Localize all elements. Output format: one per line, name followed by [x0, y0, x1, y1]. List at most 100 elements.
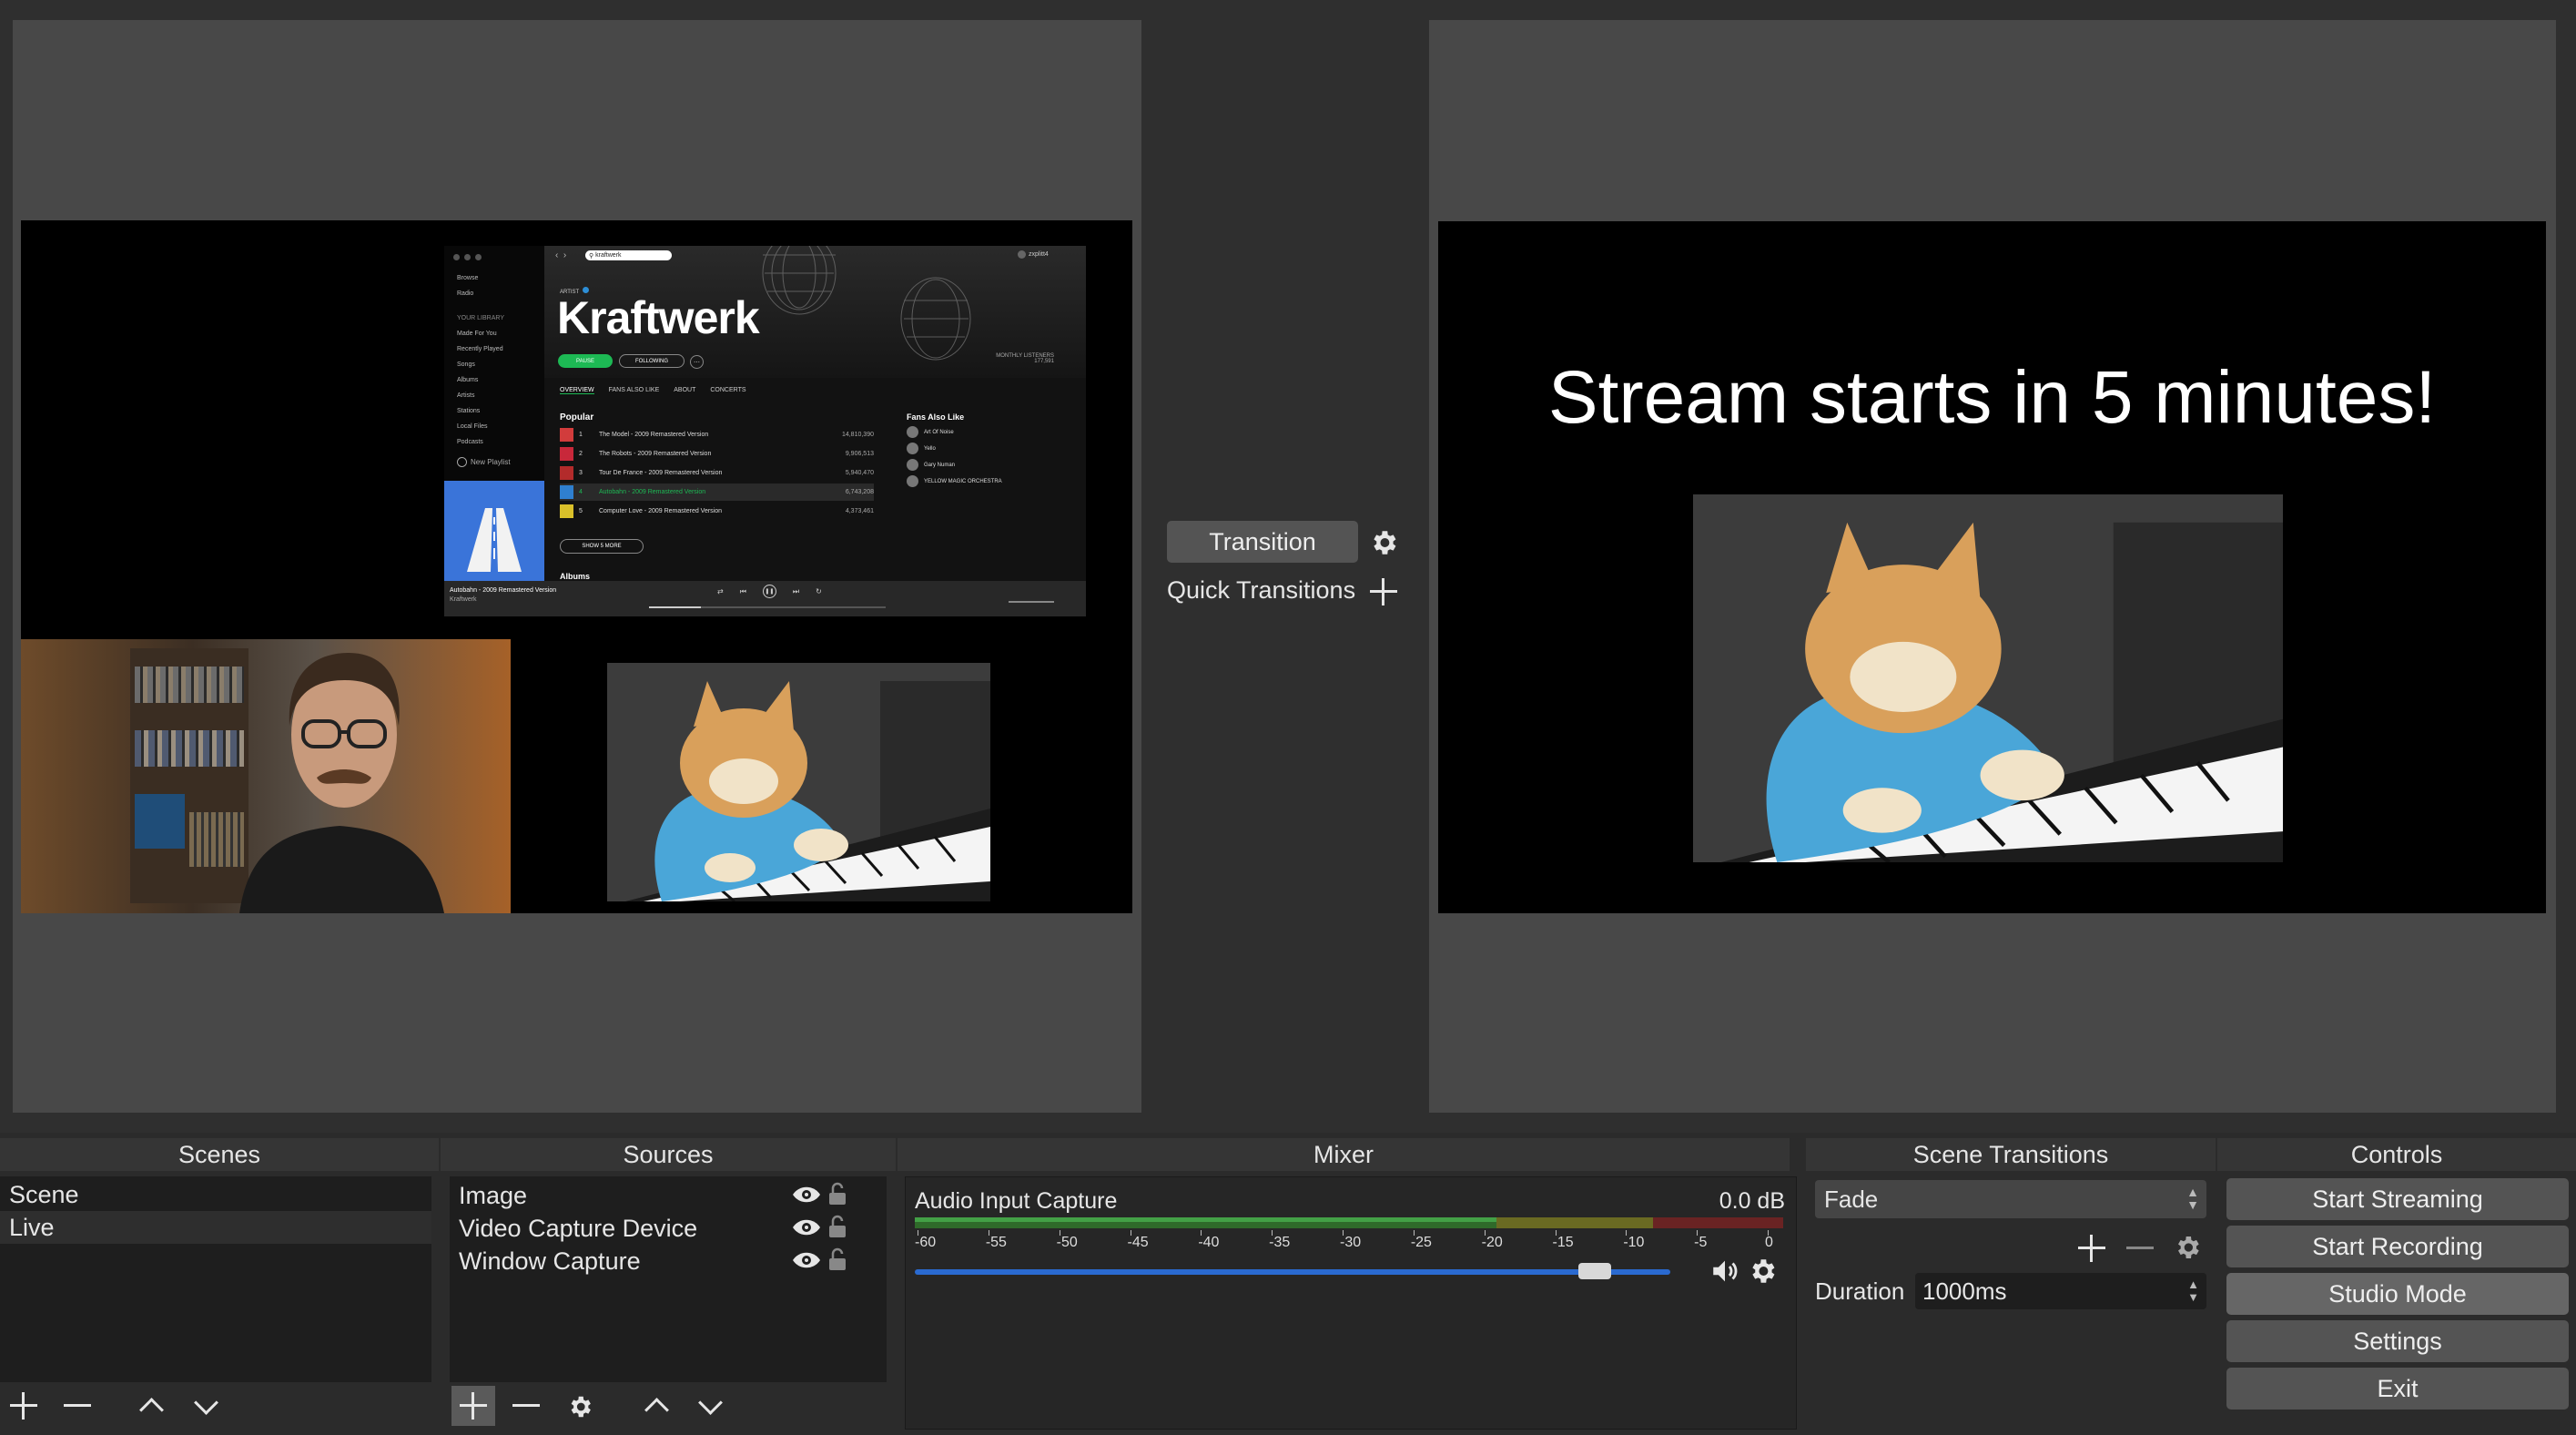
following-button[interactable]: FOLLOWING: [619, 354, 685, 368]
related-artist[interactable]: Gary Numan: [907, 459, 955, 471]
hero-heads-image: [762, 246, 971, 361]
chevron-down-icon[interactable]: [184, 1386, 228, 1426]
spotify-sidebar-item[interactable]: Podcasts: [457, 439, 483, 445]
speaker-icon[interactable]: [1709, 1256, 1741, 1287]
source-properties-gear-icon[interactable]: [566, 1393, 593, 1420]
studio-mode-button[interactable]: Studio Mode: [2226, 1273, 2569, 1315]
previous-icon[interactable]: ⏮: [740, 587, 746, 596]
duration-input[interactable]: 1000ms ▲ ▼: [1915, 1273, 2206, 1309]
volume-bar[interactable]: [1009, 601, 1054, 603]
start-streaming-button[interactable]: Start Streaming: [2226, 1178, 2569, 1220]
artist-tab[interactable]: CONCERTS: [710, 387, 745, 394]
track-number: 1: [579, 432, 583, 438]
back-forward-buttons[interactable]: ‹ ›: [555, 250, 566, 260]
related-artist[interactable]: YELLOW MAGIC ORCHESTRA: [907, 475, 1002, 487]
related-artist[interactable]: Yello: [907, 443, 936, 454]
audio-settings-gear-icon[interactable]: [1747, 1256, 1778, 1287]
playback-controls[interactable]: ⇄ ⏮ ❚❚ ⏭ ↻: [717, 585, 822, 598]
unlock-icon[interactable]: [827, 1247, 847, 1271]
remove-source-icon[interactable]: [504, 1386, 548, 1426]
meter-tick-label: -25: [1410, 1235, 1432, 1250]
volume-slider-track[interactable]: [915, 1269, 1670, 1275]
track-row[interactable]: 4 Autobahn - 2009 Remastered Version 6,743…: [560, 483, 874, 501]
remove-transition-icon[interactable]: [2118, 1228, 2162, 1268]
image-source[interactable]: [607, 663, 990, 901]
meter-tick-label: -50: [1056, 1235, 1078, 1250]
video-capture-source[interactable]: [21, 639, 511, 913]
chevron-up-icon[interactable]: [129, 1386, 173, 1426]
spotify-sidebar-item[interactable]: Albums: [457, 377, 478, 383]
shuffle-icon[interactable]: ⇄: [717, 587, 724, 595]
more-options-button[interactable]: ⋯: [690, 355, 704, 369]
chevron-down-icon[interactable]: [688, 1386, 732, 1426]
track-cover: [560, 504, 573, 518]
meter-tick-label: -35: [1269, 1235, 1291, 1250]
start-recording-button[interactable]: Start Recording: [2226, 1226, 2569, 1267]
spotify-sidebar-item[interactable]: Made For You: [457, 331, 497, 337]
spotify-sidebar-item[interactable]: Stations: [457, 408, 480, 414]
exit-button[interactable]: Exit: [2226, 1368, 2569, 1410]
source-item[interactable]: Image: [450, 1178, 887, 1211]
track-row[interactable]: 2 The Robots - 2009 Remastered Version 9,9…: [560, 445, 874, 463]
next-icon[interactable]: ⏭: [793, 587, 799, 596]
track-plays: 5,940,470: [845, 470, 874, 476]
mixer-dock-title: Mixer: [898, 1138, 1790, 1171]
spotify-sidebar-item[interactable]: Songs: [457, 361, 475, 368]
artist-tab[interactable]: FANS ALSO LIKE: [609, 387, 660, 394]
add-scene-icon[interactable]: [2, 1386, 46, 1426]
spotify-sidebar-item[interactable]: Artists: [457, 392, 474, 399]
avatar: [1018, 250, 1026, 259]
scene-item-live[interactable]: Live: [0, 1211, 431, 1244]
user-menu[interactable]: zxplitt4: [1018, 250, 1049, 259]
new-playlist[interactable]: New Playlist: [457, 457, 511, 467]
add-quick-transition-icon[interactable]: [1362, 572, 1405, 612]
volume-slider-handle[interactable]: [1578, 1263, 1611, 1279]
album-art: [444, 481, 544, 581]
show-more-button[interactable]: SHOW 5 MORE: [560, 539, 644, 554]
add-source-icon[interactable]: [451, 1386, 495, 1426]
gear-icon[interactable]: [1368, 527, 1399, 558]
spotify-sidebar-item[interactable]: Browse: [457, 275, 478, 281]
track-row[interactable]: 1 The Model - 2009 Remastered Version 14,8…: [560, 426, 874, 443]
transition-button[interactable]: Transition: [1167, 521, 1358, 563]
transition-select[interactable]: Fade ▲ ▼: [1815, 1180, 2206, 1218]
pause-icon[interactable]: ❚❚: [762, 585, 776, 598]
add-transition-icon[interactable]: [2070, 1228, 2114, 1268]
artist-tab[interactable]: ABOUT: [674, 387, 695, 394]
spotify-sidebar-item[interactable]: YOUR LIBRARY: [457, 315, 504, 321]
source-item[interactable]: Video Capture Device: [450, 1211, 887, 1244]
quick-transitions-label: Quick Transitions: [1167, 576, 1356, 604]
unlock-icon[interactable]: [827, 1215, 847, 1238]
unlock-icon[interactable]: [827, 1182, 847, 1206]
transition-properties-gear-icon[interactable]: [2173, 1233, 2202, 1262]
scene-item-scene[interactable]: Scene: [0, 1178, 431, 1211]
spotify-search-input[interactable]: ⚲ kraftwerk: [585, 250, 672, 260]
eye-icon[interactable]: [792, 1185, 821, 1205]
remove-scene-icon[interactable]: [56, 1386, 99, 1426]
fans-heading: Fans Also Like: [907, 412, 965, 422]
artist-tab[interactable]: OVERVIEW: [560, 387, 594, 394]
spotify-sidebar-item[interactable]: Local Files: [457, 423, 487, 430]
repeat-icon[interactable]: ↻: [816, 587, 822, 595]
source-item[interactable]: Window Capture: [450, 1244, 887, 1277]
sources-list[interactable]: Image Video Capture Device Window Capture: [450, 1176, 887, 1382]
spotify-sidebar-item[interactable]: Radio: [457, 290, 473, 297]
track-row[interactable]: 3 Tour De France - 2009 Remastered Versio…: [560, 464, 874, 482]
spotify-sidebar-item[interactable]: Recently Played: [457, 346, 503, 352]
track-row[interactable]: 5 Computer Love - 2009 Remastered Version…: [560, 503, 874, 520]
chevron-up-icon[interactable]: [634, 1386, 678, 1426]
scenes-list[interactable]: Scene Live: [0, 1176, 431, 1382]
meter-tick-label: -15: [1552, 1235, 1574, 1250]
eye-icon[interactable]: [792, 1217, 821, 1237]
related-artist[interactable]: Art Of Noise: [907, 426, 954, 438]
progress-bar[interactable]: [649, 606, 886, 608]
window-capture-source[interactable]: Browse Radio YOUR LIBRARY Made For You Recen…: [444, 246, 1086, 616]
window-controls: [453, 254, 490, 261]
settings-button[interactable]: Settings: [2226, 1320, 2569, 1362]
pause-button[interactable]: PAUSE: [558, 354, 613, 368]
stepper-arrows-icon[interactable]: ▲ ▼: [2187, 1278, 2199, 1304]
eye-icon[interactable]: [792, 1250, 821, 1270]
mixer-level-readout: 0.0 dB: [1719, 1188, 1785, 1214]
meter-tick-label: -45: [1127, 1235, 1149, 1250]
avatar: [907, 459, 918, 471]
